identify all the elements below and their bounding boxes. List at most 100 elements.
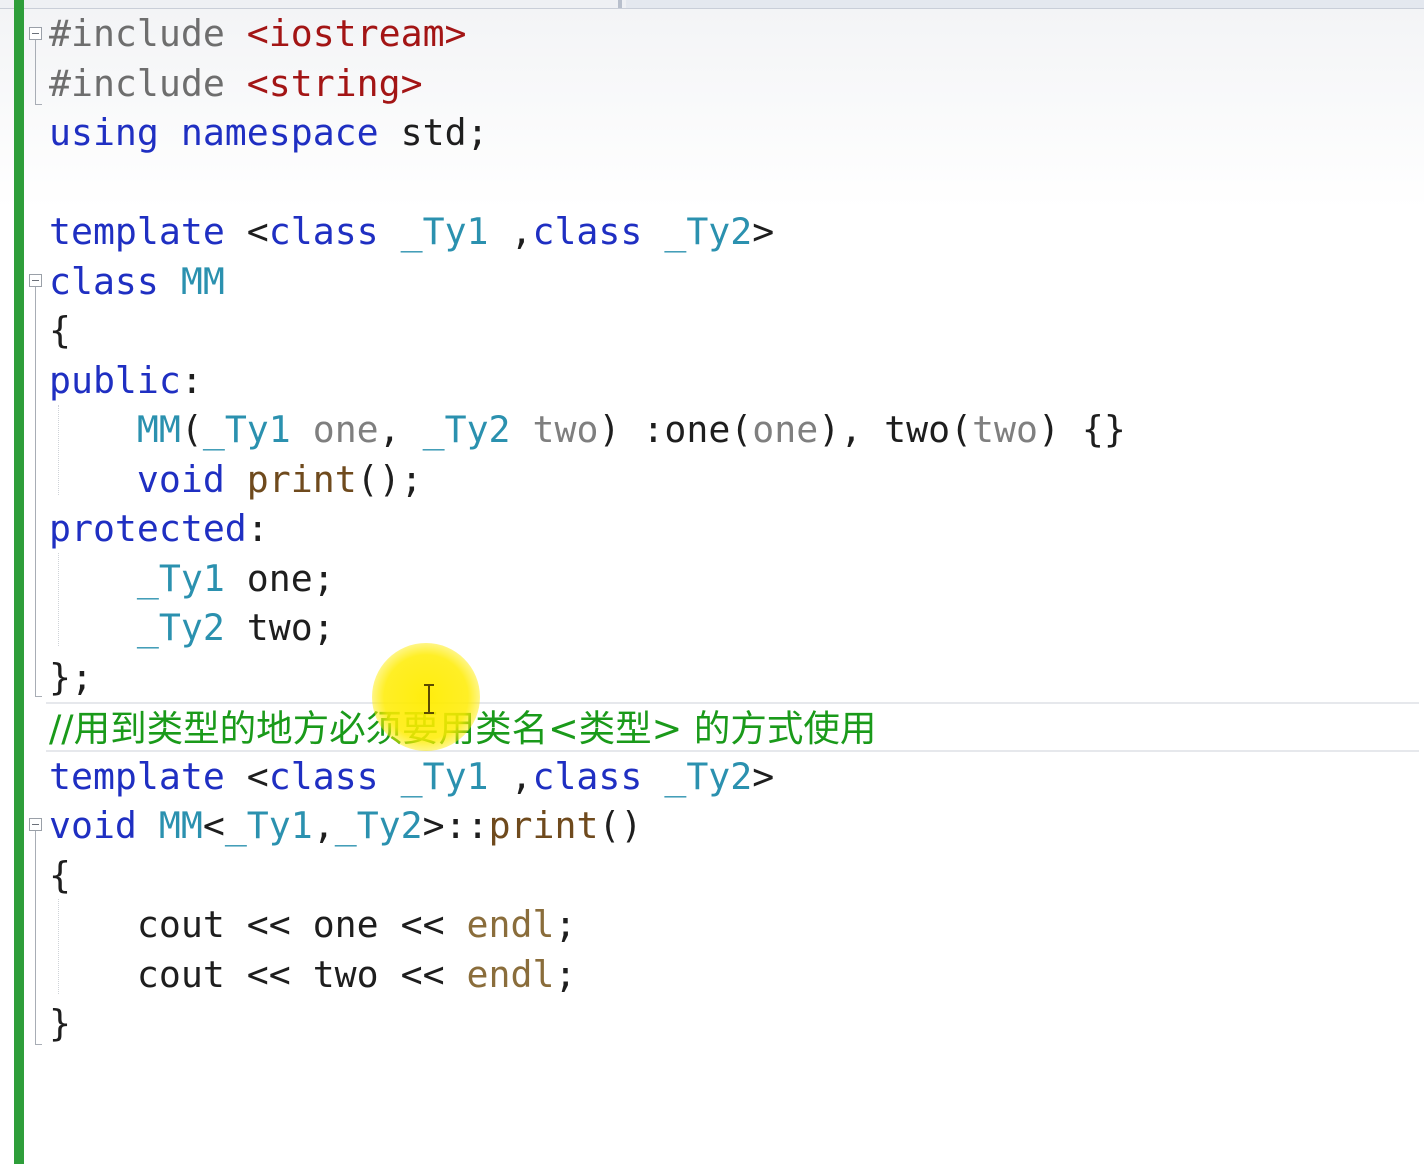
code-line[interactable]: cout << one << endl; bbox=[49, 900, 1419, 950]
code-token: (); bbox=[356, 457, 423, 501]
code-line[interactable]: } bbox=[49, 999, 1419, 1049]
navigation-bar[interactable] bbox=[626, 0, 1424, 8]
code-token: _Ty2 bbox=[422, 408, 511, 451]
code-token: class bbox=[268, 754, 379, 798]
code-line[interactable]: void print(); bbox=[49, 455, 1419, 505]
code-token: class bbox=[532, 754, 643, 798]
code-token: using bbox=[49, 111, 159, 154]
code-text-area[interactable]: #include <iostream> #include <string> usin… bbox=[46, 9, 1419, 1049]
code-token: <iostream> bbox=[246, 12, 467, 55]
code-token: print bbox=[246, 457, 357, 501]
code-token: cout << one << bbox=[49, 903, 467, 946]
code-line[interactable]: template <class _Ty1 ,class _Ty2> bbox=[49, 207, 1419, 257]
code-line[interactable]: _Ty2 two; bbox=[49, 603, 1419, 653]
code-token: two bbox=[532, 408, 599, 451]
code-token: } bbox=[49, 1002, 71, 1045]
code-token: , bbox=[378, 408, 423, 451]
code-token: ; bbox=[554, 952, 577, 996]
code-token: }; bbox=[49, 655, 93, 699]
code-token: void bbox=[49, 804, 137, 847]
code-token: >:: bbox=[422, 804, 489, 847]
code-line[interactable]: class MM bbox=[49, 257, 1419, 307]
code-token: MM bbox=[136, 408, 181, 451]
code-token: _Ty1 bbox=[400, 754, 489, 798]
code-token: //用到类型的地方必须要用类名<类型> 的方式使用 bbox=[49, 707, 877, 750]
code-token: > bbox=[752, 754, 775, 798]
code-line[interactable]: }; bbox=[49, 653, 1419, 703]
outline-guide-end bbox=[35, 1044, 42, 1045]
collapse-class-icon[interactable] bbox=[29, 274, 42, 287]
code-line[interactable]: cout << two << endl; bbox=[49, 950, 1419, 1000]
code-token: { bbox=[49, 853, 71, 897]
code-token: < bbox=[202, 804, 225, 847]
code-token: <string> bbox=[246, 61, 423, 105]
code-token: ) :one( bbox=[598, 408, 753, 451]
code-token: endl bbox=[466, 952, 555, 996]
code-line[interactable]: #include <iostream> bbox=[49, 9, 1419, 59]
document-tab-strip bbox=[0, 0, 1424, 9]
code-token: namespace bbox=[180, 111, 379, 154]
code-token: #include bbox=[49, 61, 247, 105]
code-token: { bbox=[49, 309, 71, 352]
code-line[interactable]: _Ty1 one; bbox=[49, 554, 1419, 604]
outlining-margin bbox=[24, 0, 46, 1164]
code-line[interactable]: template <class _Ty1 ,class _Ty2> bbox=[49, 752, 1419, 802]
code-line[interactable]: protected: bbox=[49, 504, 1419, 554]
code-token: one; bbox=[224, 556, 335, 600]
pane-splitter[interactable] bbox=[618, 0, 622, 8]
code-token: #include bbox=[49, 12, 247, 55]
code-token: template bbox=[49, 210, 225, 253]
code-token: one bbox=[752, 408, 819, 451]
code-token: class bbox=[268, 210, 379, 253]
code-line[interactable]: public: bbox=[49, 356, 1419, 406]
code-token: _Ty2 bbox=[664, 210, 753, 253]
code-token: ; bbox=[554, 903, 577, 946]
outline-guide bbox=[35, 287, 36, 697]
code-token: cout << two << bbox=[49, 952, 467, 996]
code-token: _Ty1 bbox=[400, 210, 489, 253]
code-token: : bbox=[180, 358, 203, 402]
outline-guide-end bbox=[35, 104, 42, 105]
code-token: class bbox=[49, 259, 159, 303]
code-line[interactable]: //用到类型的地方必须要用类名<类型> 的方式使用 bbox=[46, 702, 1419, 752]
code-token: , bbox=[488, 754, 533, 798]
code-line[interactable] bbox=[49, 158, 1419, 208]
code-token: _Ty1 bbox=[224, 804, 313, 847]
code-token: ) {} bbox=[1037, 408, 1126, 451]
code-line[interactable]: { bbox=[49, 306, 1419, 356]
code-line[interactable]: { bbox=[49, 851, 1419, 901]
code-line[interactable]: MM(_Ty1 one, _Ty2 two) :one(one), two(tw… bbox=[49, 405, 1419, 455]
collapse-include-icon[interactable] bbox=[29, 27, 42, 40]
code-token: _Ty2 bbox=[136, 606, 225, 649]
code-token: protected bbox=[49, 507, 247, 550]
code-token: , bbox=[488, 210, 533, 253]
code-token: < bbox=[224, 754, 269, 798]
outline-guide bbox=[35, 831, 36, 1045]
code-token: _Ty1 bbox=[136, 556, 225, 600]
code-line[interactable]: void MM<_Ty1,_Ty2>::print() bbox=[49, 801, 1419, 851]
code-token: endl bbox=[466, 903, 555, 946]
code-token: std; bbox=[378, 111, 489, 154]
code-editor[interactable]: #include <iostream> #include <string> usin… bbox=[0, 0, 1424, 1164]
code-token: print bbox=[488, 804, 599, 847]
code-token: ( bbox=[180, 408, 203, 451]
code-token: two; bbox=[224, 606, 335, 649]
code-line[interactable]: using namespace std; bbox=[49, 108, 1419, 158]
code-token: < bbox=[224, 210, 269, 253]
code-token: _Ty2 bbox=[664, 754, 753, 798]
code-line[interactable]: #include <string> bbox=[49, 59, 1419, 109]
code-token: _Ty1 bbox=[202, 408, 291, 451]
collapse-function-icon[interactable] bbox=[29, 818, 42, 831]
outline-guide-end bbox=[35, 696, 42, 697]
code-token: ), two( bbox=[818, 408, 973, 451]
